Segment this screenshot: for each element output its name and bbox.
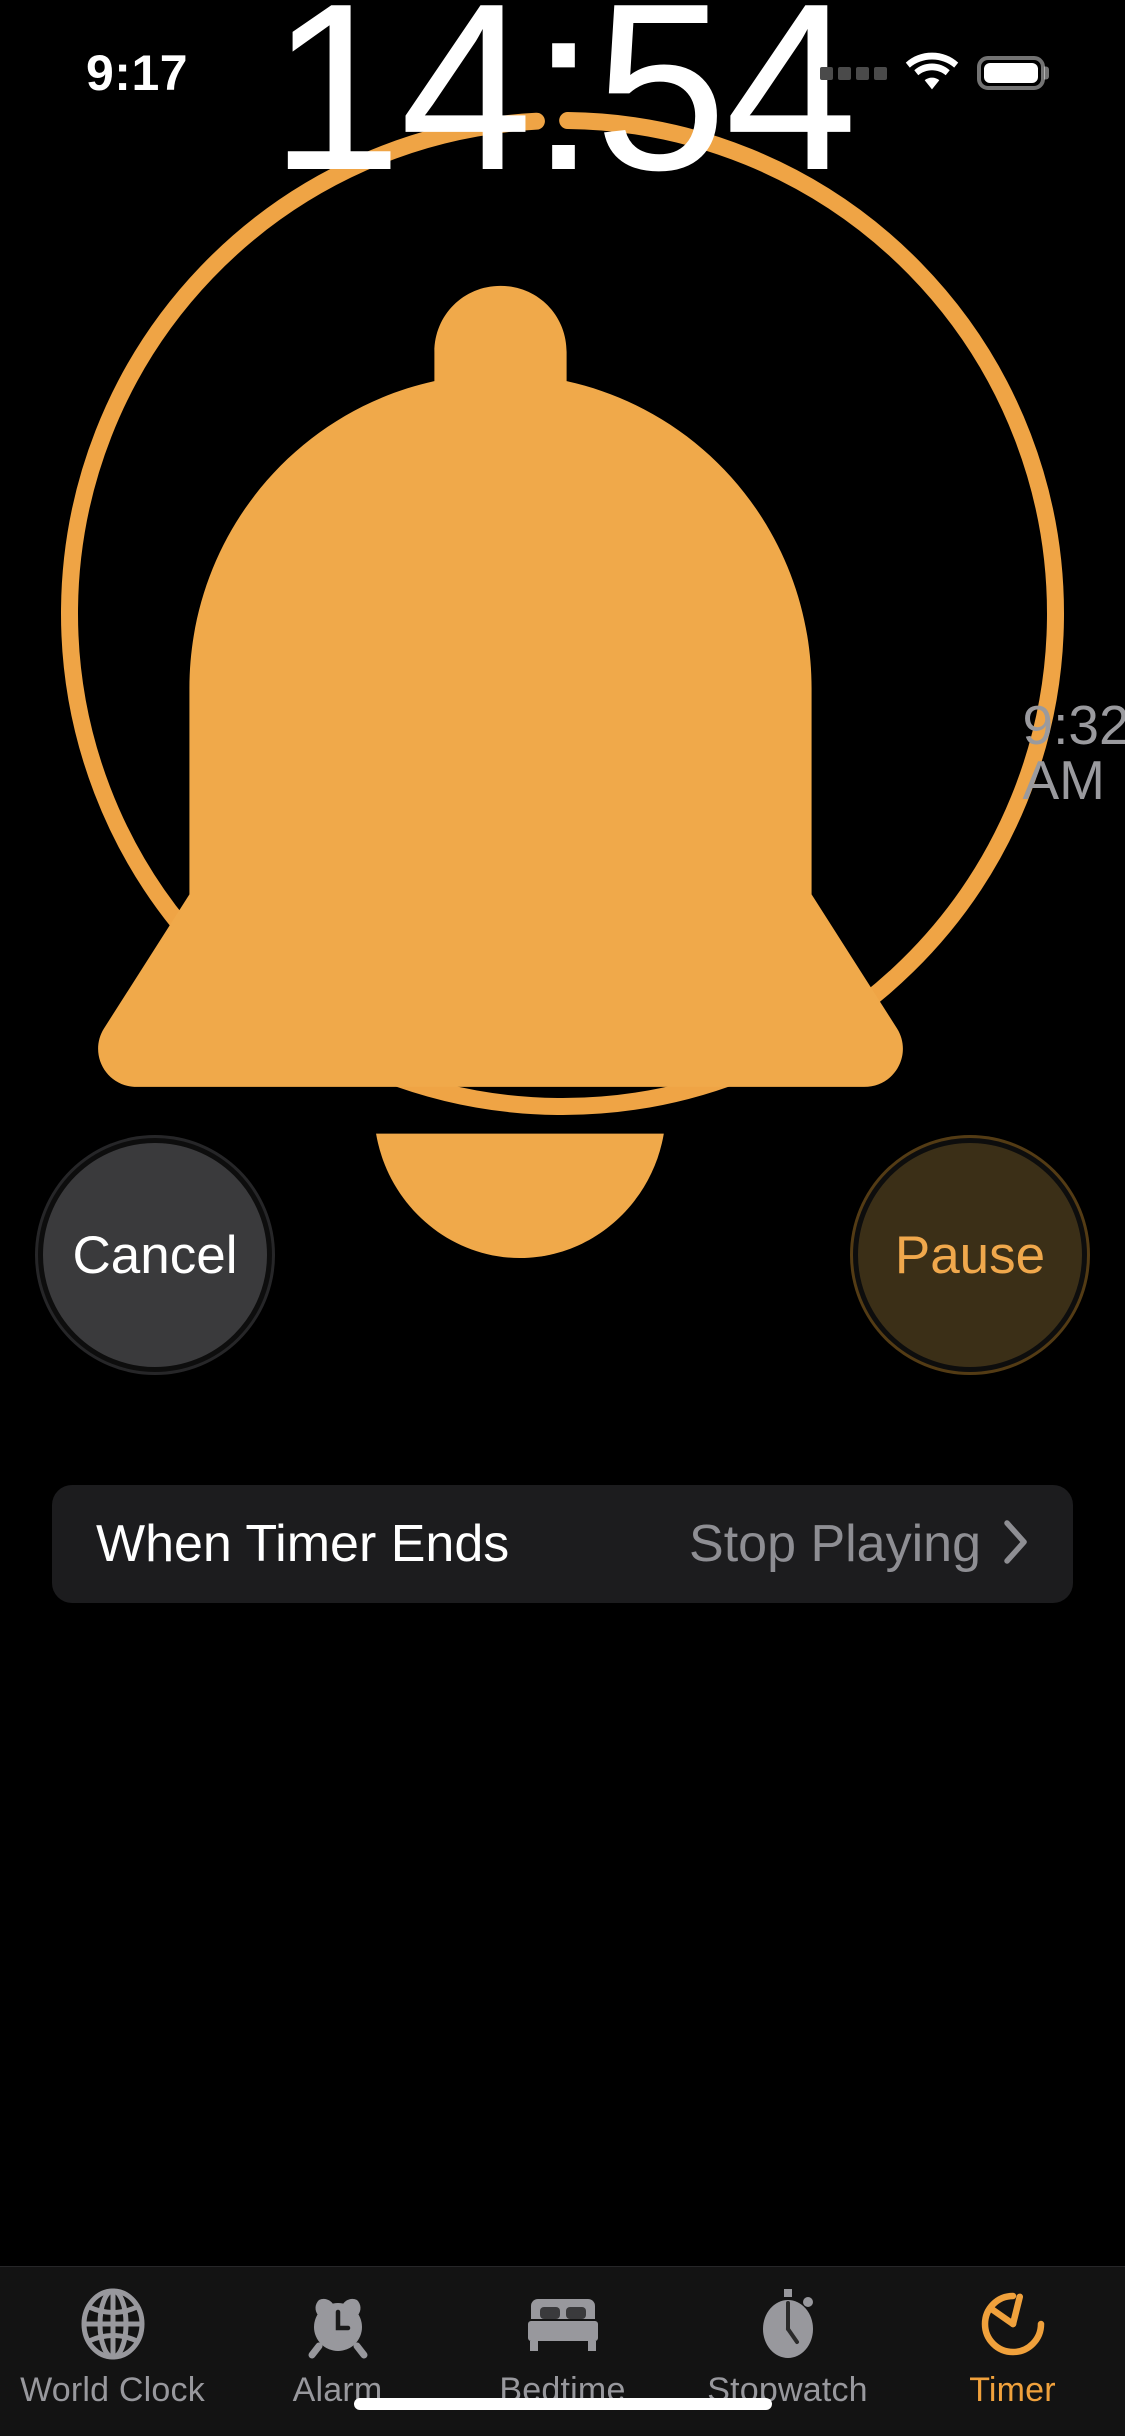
stopwatch-icon [752,2285,824,2363]
tab-alarm[interactable]: Alarm [225,2285,450,2410]
wifi-icon [905,51,959,96]
when-timer-ends-label: When Timer Ends [96,1515,510,1573]
bell-icon [0,247,1006,1258]
when-timer-ends-row[interactable]: When Timer Ends Stop Playing [52,1485,1073,1603]
timer-alarm-time: 9:32 AM [1022,693,1125,811]
when-timer-ends-value-group: Stop Playing [689,1514,1029,1574]
cancel-button-label: Cancel [72,1225,238,1285]
timer-progress-ring: 14:54 9:32 AM [57,0,1125,1258]
pause-button-label: Pause [894,1225,1046,1285]
bed-icon [524,2285,602,2363]
when-timer-ends-value: Stop Playing [689,1515,981,1573]
tab-timer-label: Timer [969,2371,1056,2409]
status-bar: 9:17 [0,0,1125,132]
tab-timer[interactable]: Timer [900,2285,1125,2410]
status-bar-indicators [820,37,1049,96]
tab-stopwatch[interactable]: Stopwatch [675,2285,900,2410]
alarm-clock-icon [302,2285,374,2363]
status-bar-time: 9:17 [86,45,189,101]
battery-full-icon [977,56,1049,90]
signal-dots-icon [820,66,887,80]
tab-world-clock-label: World Clock [20,2371,205,2409]
home-indicator[interactable] [353,2398,772,2410]
cancel-button[interactable]: Cancel [38,1138,272,1372]
timer-action-buttons: Cancel Pause [0,1138,1125,1372]
tab-bar: World Clock Alarm Bedtime Stopwatch Time… [0,2266,1125,2436]
timer-icon [977,2285,1049,2363]
tab-bedtime[interactable]: Bedtime [450,2285,675,2410]
globe-icon [77,2285,149,2363]
timer-ring-center: 14:54 9:32 AM [57,0,1125,1258]
pause-button[interactable]: Pause [853,1138,1087,1372]
timer-alarm-row: 9:32 AM [0,247,1125,1258]
tab-world-clock[interactable]: World Clock [0,2285,225,2410]
chevron-right-icon [1003,1519,1029,1569]
